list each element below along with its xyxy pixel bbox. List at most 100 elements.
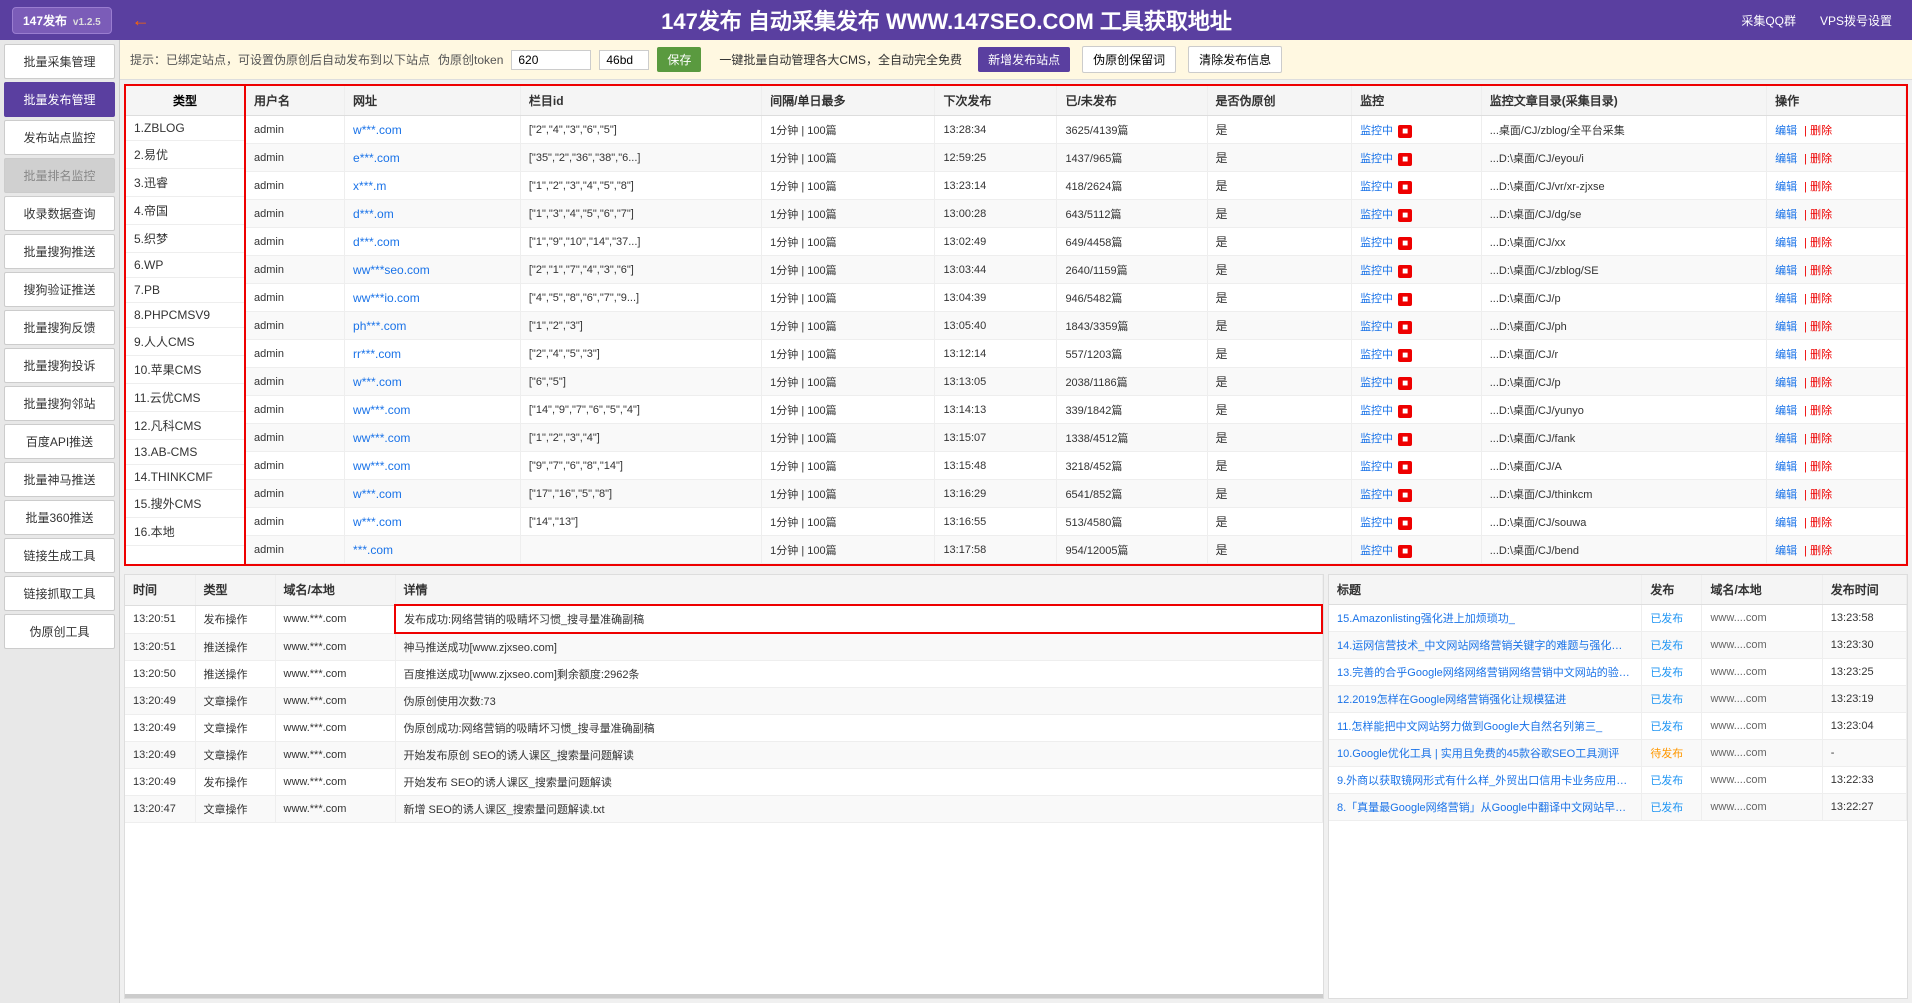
monitor-stop-btn[interactable]: ■ bbox=[1398, 405, 1412, 418]
site-url-link[interactable]: w***.com bbox=[353, 123, 402, 137]
sidebar-item-baidu-api[interactable]: 百度API推送 bbox=[4, 424, 115, 459]
monitor-stop-btn[interactable]: ■ bbox=[1398, 125, 1412, 138]
right-title[interactable]: 15.Amazonlisting强化进上加烦琐功_ bbox=[1329, 605, 1642, 632]
delete-link[interactable]: | 删除 bbox=[1804, 433, 1832, 445]
monitor-stop-btn[interactable]: ■ bbox=[1398, 489, 1412, 502]
sidebar-item-sogou-complaint[interactable]: 批量搜狗投诉 bbox=[4, 348, 115, 383]
monitor-stop-btn[interactable]: ■ bbox=[1398, 545, 1412, 558]
sidebar-item-shenma-push[interactable]: 批量神马推送 bbox=[4, 462, 115, 497]
edit-link[interactable]: 编辑 bbox=[1775, 461, 1797, 473]
site-url-link[interactable]: ww***io.com bbox=[353, 291, 420, 305]
site-url-link[interactable]: rr***.com bbox=[353, 347, 401, 361]
site-url-link[interactable]: w***.com bbox=[353, 487, 402, 501]
edit-link[interactable]: 编辑 bbox=[1775, 209, 1797, 221]
type-item-pb[interactable]: 7.PB bbox=[126, 278, 244, 303]
edit-link[interactable]: 编辑 bbox=[1775, 517, 1797, 529]
right-title[interactable]: 14.运网信营技术_中文网站网络营销关键字的难题与强化技术细节 bbox=[1329, 632, 1642, 659]
qq-group-button[interactable]: 采集QQ群 bbox=[1733, 8, 1804, 33]
edit-link[interactable]: 编辑 bbox=[1775, 181, 1797, 193]
site-url-link[interactable]: ww***seo.com bbox=[353, 263, 430, 277]
monitor-link[interactable]: 监控中 bbox=[1360, 265, 1393, 277]
monitor-link[interactable]: 监控中 bbox=[1360, 349, 1393, 361]
site-url-link[interactable]: w***.com bbox=[353, 375, 402, 389]
delete-link[interactable]: | 删除 bbox=[1804, 405, 1832, 417]
cell-url[interactable]: ph***.com bbox=[345, 312, 521, 340]
delete-link[interactable]: | 删除 bbox=[1804, 461, 1832, 473]
right-title[interactable]: 10.Google优化工具 | 实用且免费的45款谷歌SEO工具测评 bbox=[1329, 740, 1642, 767]
delete-link[interactable]: | 删除 bbox=[1804, 237, 1832, 249]
monitor-stop-btn[interactable]: ■ bbox=[1398, 377, 1412, 390]
monitor-link[interactable]: 监控中 bbox=[1360, 405, 1393, 417]
cell-url[interactable]: w***.com bbox=[345, 480, 521, 508]
monitor-stop-btn[interactable]: ■ bbox=[1398, 265, 1412, 278]
edit-link[interactable]: 编辑 bbox=[1775, 349, 1797, 361]
delete-link[interactable]: | 删除 bbox=[1804, 377, 1832, 389]
monitor-link[interactable]: 监控中 bbox=[1360, 181, 1393, 193]
type-item-zblog[interactable]: 1.ZBLOG bbox=[126, 116, 244, 141]
edit-link[interactable]: 编辑 bbox=[1775, 433, 1797, 445]
monitor-stop-btn[interactable]: ■ bbox=[1398, 181, 1412, 194]
type-item-yunyou[interactable]: 11.云优CMS bbox=[126, 384, 244, 412]
monitor-link[interactable]: 监控中 bbox=[1360, 377, 1393, 389]
type-item-souwai[interactable]: 15.搜外CMS bbox=[126, 490, 244, 518]
cell-url[interactable]: ww***.com bbox=[345, 452, 521, 480]
monitor-link[interactable]: 监控中 bbox=[1360, 545, 1393, 557]
type-item-phpcmsv9[interactable]: 8.PHPCMSV9 bbox=[126, 303, 244, 328]
cell-url[interactable]: ww***.com bbox=[345, 396, 521, 424]
new-site-button[interactable]: 新增发布站点 bbox=[978, 47, 1070, 72]
edit-link[interactable]: 编辑 bbox=[1775, 293, 1797, 305]
monitor-link[interactable]: 监控中 bbox=[1360, 293, 1393, 305]
delete-link[interactable]: | 删除 bbox=[1804, 545, 1832, 557]
type-item-yiyou[interactable]: 2.易优 bbox=[126, 141, 244, 169]
vps-settings-button[interactable]: VPS拨号设置 bbox=[1812, 8, 1900, 33]
site-url-link[interactable]: w***.com bbox=[353, 515, 402, 529]
monitor-stop-btn[interactable]: ■ bbox=[1398, 237, 1412, 250]
clear-info-button[interactable]: 清除发布信息 bbox=[1188, 46, 1282, 73]
monitor-link[interactable]: 监控中 bbox=[1360, 321, 1393, 333]
type-item-renren[interactable]: 9.人人CMS bbox=[126, 328, 244, 356]
delete-link[interactable]: | 删除 bbox=[1804, 321, 1832, 333]
monitor-stop-btn[interactable]: ■ bbox=[1398, 517, 1412, 530]
cell-url[interactable]: ww***seo.com bbox=[345, 256, 521, 284]
right-title[interactable]: 11.怎样能把中文网站努力做到Google大自然名列第三_ bbox=[1329, 713, 1642, 740]
pseudo-keep-button[interactable]: 伪原创保留词 bbox=[1082, 46, 1176, 73]
monitor-stop-btn[interactable]: ■ bbox=[1398, 209, 1412, 222]
cell-url[interactable]: ww***io.com bbox=[345, 284, 521, 312]
cell-url[interactable]: e***.com bbox=[345, 144, 521, 172]
monitor-stop-btn[interactable]: ■ bbox=[1398, 349, 1412, 362]
delete-link[interactable]: | 删除 bbox=[1804, 293, 1832, 305]
delete-link[interactable]: | 删除 bbox=[1804, 489, 1832, 501]
sidebar-item-360-push[interactable]: 批量360推送 bbox=[4, 500, 115, 535]
site-url-link[interactable]: ww***.com bbox=[353, 459, 410, 473]
monitor-link[interactable]: 监控中 bbox=[1360, 237, 1393, 249]
monitor-link[interactable]: 监控中 bbox=[1360, 517, 1393, 529]
site-url-link[interactable]: ***.com bbox=[353, 543, 393, 557]
sidebar-item-index-query[interactable]: 收录数据查询 bbox=[4, 196, 115, 231]
delete-link[interactable]: | 删除 bbox=[1804, 265, 1832, 277]
edit-link[interactable]: 编辑 bbox=[1775, 377, 1797, 389]
sidebar-item-publish-monitor[interactable]: 发布站点监控 bbox=[4, 120, 115, 155]
site-url-link[interactable]: d***.com bbox=[353, 235, 400, 249]
monitor-stop-btn[interactable]: ■ bbox=[1398, 461, 1412, 474]
token-input[interactable] bbox=[511, 50, 591, 70]
delete-link[interactable]: | 删除 bbox=[1804, 349, 1832, 361]
sidebar-item-rank-monitor[interactable]: 批量排名监控 bbox=[4, 158, 115, 193]
cell-url[interactable]: x***.m bbox=[345, 172, 521, 200]
monitor-stop-btn[interactable]: ■ bbox=[1398, 433, 1412, 446]
site-url-link[interactable]: d***.om bbox=[353, 207, 394, 221]
type-item-abcms[interactable]: 13.AB-CMS bbox=[126, 440, 244, 465]
type-item-zhimeng[interactable]: 5.织梦 bbox=[126, 225, 244, 253]
delete-link[interactable]: | 删除 bbox=[1804, 125, 1832, 137]
right-title[interactable]: 8.「真量最Google网络营销」从Google中翻译中文网站早已被收录于文本 bbox=[1329, 794, 1642, 821]
edit-link[interactable]: 编辑 bbox=[1775, 545, 1797, 557]
type-item-thinkcmf[interactable]: 14.THINKCMF bbox=[126, 465, 244, 490]
monitor-link[interactable]: 监控中 bbox=[1360, 433, 1393, 445]
monitor-stop-btn[interactable]: ■ bbox=[1398, 321, 1412, 334]
monitor-link[interactable]: 监控中 bbox=[1360, 153, 1393, 165]
sidebar-item-batch-collect[interactable]: 批量采集管理 bbox=[4, 44, 115, 79]
type-item-apple[interactable]: 10.苹果CMS bbox=[126, 356, 244, 384]
cell-url[interactable]: ww***.com bbox=[345, 424, 521, 452]
delete-link[interactable]: | 删除 bbox=[1804, 153, 1832, 165]
site-url-link[interactable]: ph***.com bbox=[353, 319, 406, 333]
type-item-xunrui[interactable]: 3.迅睿 bbox=[126, 169, 244, 197]
